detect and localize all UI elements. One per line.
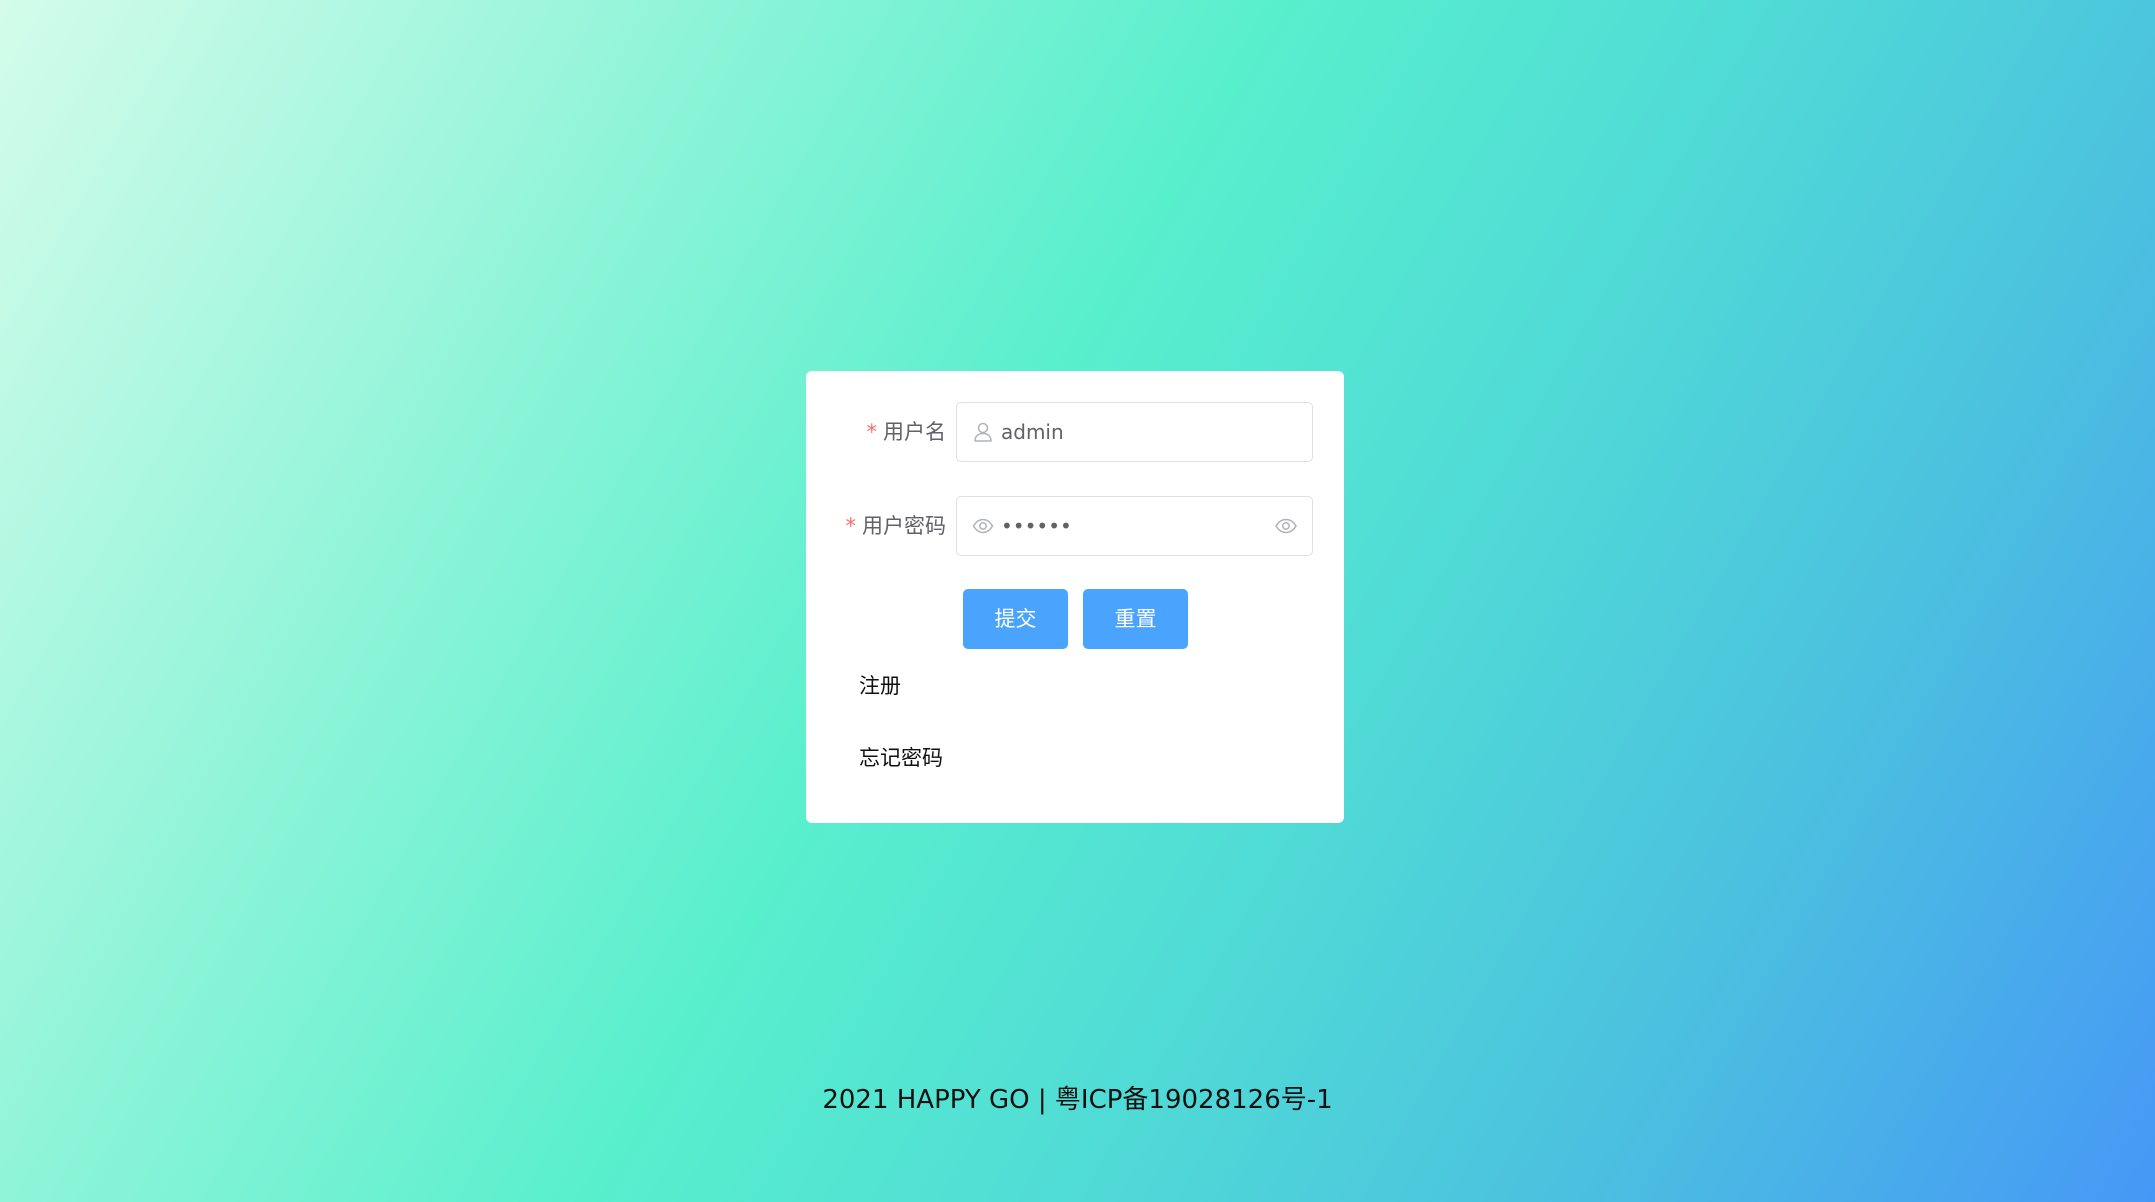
forgot-password-link[interactable]: 忘记密码 (859, 743, 943, 773)
required-mark: * (845, 514, 857, 538)
toggle-password-visibility-icon[interactable] (1274, 515, 1298, 537)
password-input[interactable] (1001, 497, 1261, 554)
login-card: *用户名 *用户密码 (806, 371, 1344, 823)
password-label-text: 用户密码 (862, 514, 946, 538)
register-link[interactable]: 注册 (859, 671, 901, 701)
eye-icon (972, 515, 994, 537)
submit-button[interactable]: 提交 (963, 589, 1068, 649)
reset-button[interactable]: 重置 (1083, 589, 1188, 649)
username-label: * 用户名 (867, 402, 947, 462)
footer-icp-text: 2021 HAPPY GO | 粤ICP备19028126号-1 (822, 1085, 1333, 1115)
username-input[interactable] (1001, 403, 1261, 460)
password-row: * 用户密码 (806, 496, 1344, 556)
username-field[interactable] (956, 402, 1313, 462)
required-mark: * (866, 420, 878, 444)
password-label: * 用户密码 (846, 496, 947, 556)
username-label-text: 用户名 (883, 420, 946, 444)
user-icon (972, 421, 994, 443)
username-row: * 用户名 (806, 402, 1344, 462)
password-field[interactable] (956, 496, 1313, 556)
